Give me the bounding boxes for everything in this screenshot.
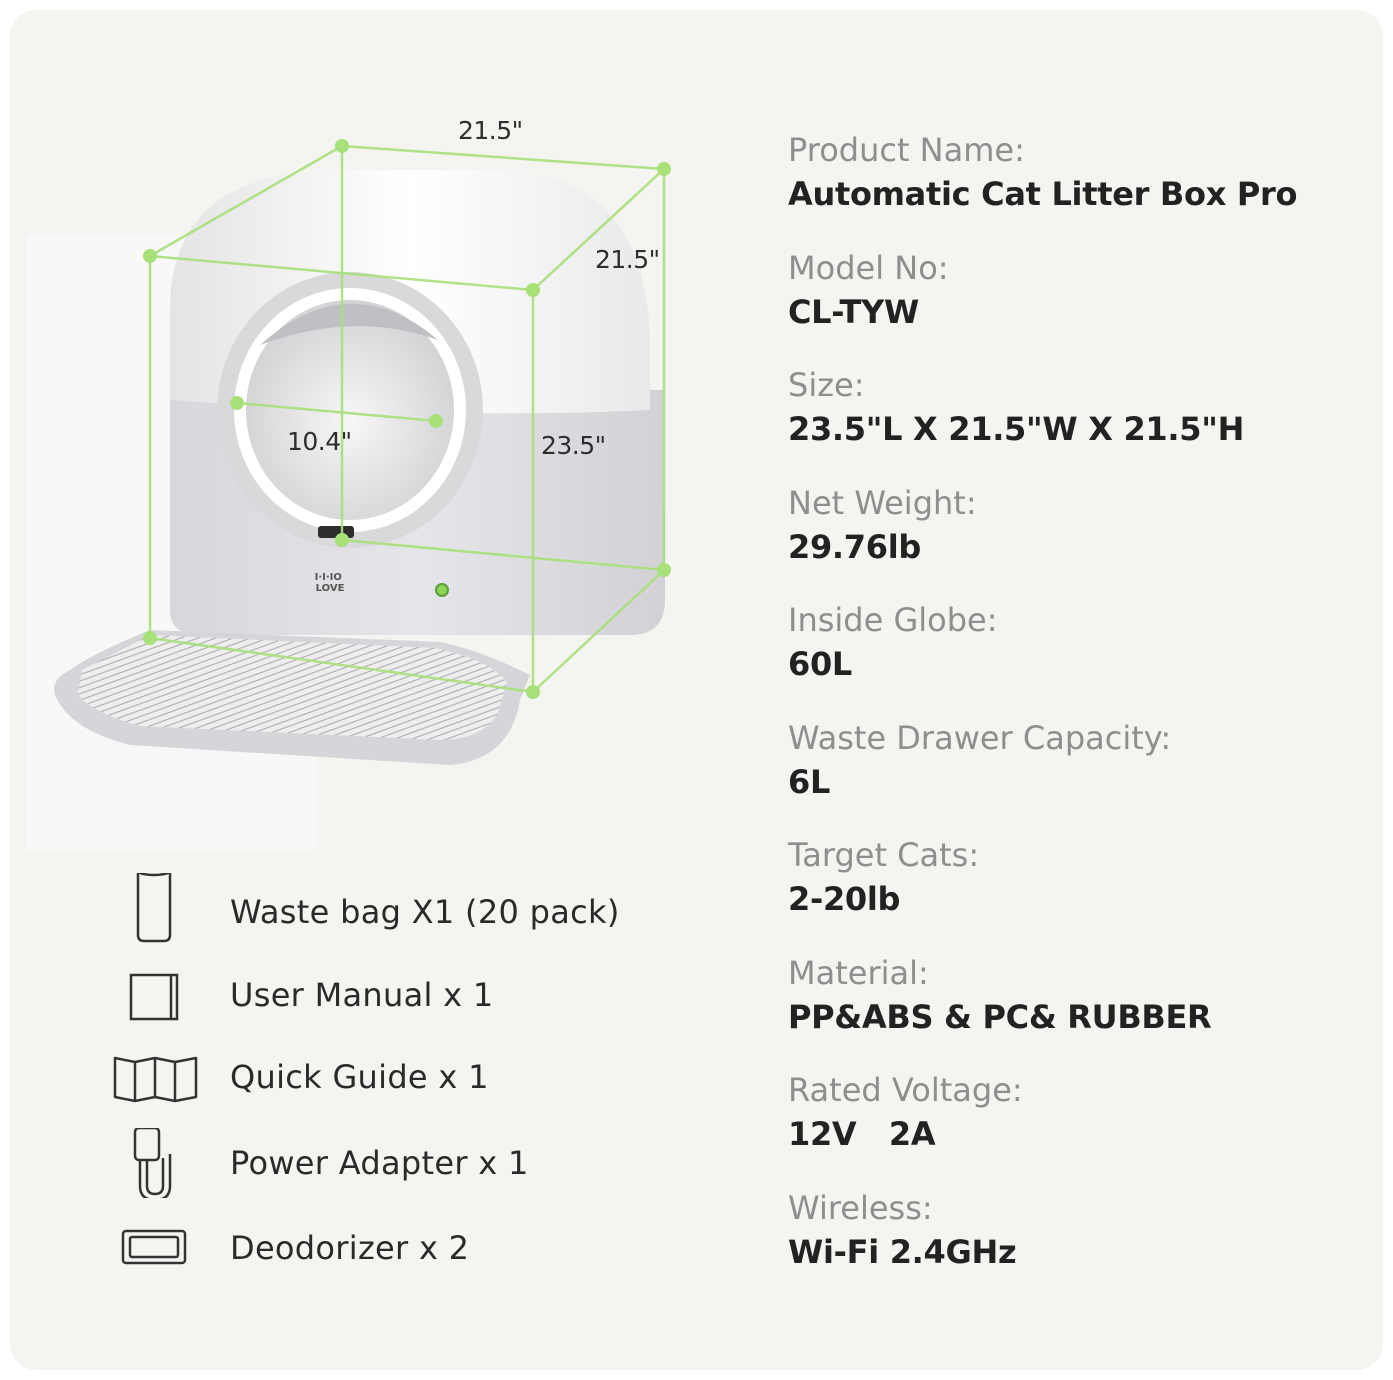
spec-label: Waste Drawer Capacity: (788, 718, 1172, 757)
power-indicator-light (435, 583, 449, 597)
spec-label: Wireless: (788, 1188, 933, 1227)
user-manual-icon (129, 973, 179, 1021)
accessory-waste-bag: Waste bag X1 (20 pack) (110, 873, 750, 943)
spec-size: Size: 23.5"L X 21.5"W X 21.5"H (788, 363, 1368, 481)
spec-value: 12V 2A (788, 1115, 936, 1153)
spec-value: Automatic Cat Litter Box Pro (788, 175, 1298, 213)
brand-logo: I·I·IO LOVE (315, 572, 346, 594)
accessory-power-adapter: Power Adapter x 1 (110, 1128, 750, 1198)
spec-value: CL-TYW (788, 292, 919, 331)
spec-label: Material: (788, 953, 929, 992)
spec-card: I·I·IO LOVE 21.5" 21.5" 23.5" 10.4" Prod… (10, 10, 1383, 1370)
spec-material: Material: PP&ABS & PC& RUBBER (788, 951, 1368, 1069)
spec-model-no: Model No: CL-TYW (788, 246, 1368, 364)
accessory-deodorizer: Deodorizer x 2 (110, 1213, 750, 1283)
spec-waste-drawer: Waste Drawer Capacity: 6L (788, 716, 1368, 834)
spec-net-weight: Net Weight: 29.76lb (788, 481, 1368, 599)
litter-box-image: I·I·IO LOVE (26, 139, 671, 850)
spec-value: PP&ABS & PC& RUBBER (788, 997, 1212, 1036)
spec-value: Wi-Fi 2.4GHz (788, 1232, 1017, 1271)
spec-value: 23.5"L X 21.5"W X 21.5"H (788, 410, 1245, 448)
spec-wireless: Wireless: Wi-Fi 2.4GHz (788, 1186, 1368, 1304)
dimension-depth: 21.5" (595, 245, 660, 274)
globe-sensor (318, 526, 354, 538)
accessory-label: Deodorizer x 2 (230, 1229, 470, 1267)
spec-value: 6L (788, 762, 831, 801)
spec-list: Product Name: Automatic Cat Litter Box P… (788, 128, 1368, 1303)
accessory-label: Quick Guide x 1 (230, 1058, 489, 1096)
accessory-quick-guide: Quick Guide x 1 (110, 1042, 750, 1112)
spec-product-name: Product Name: Automatic Cat Litter Box P… (788, 128, 1368, 246)
accessory-label: Power Adapter x 1 (230, 1144, 529, 1182)
spec-label: Net Weight: (788, 483, 977, 522)
spec-rated-voltage: Rated Voltage: 12V 2A (788, 1068, 1368, 1186)
spec-inside-globe: Inside Globe: 60L (788, 598, 1368, 716)
spec-target-cats: Target Cats: 2-20lb (788, 833, 1368, 951)
quick-guide-icon (113, 1056, 198, 1103)
spec-label: Target Cats: (788, 836, 980, 874)
accessory-label: Waste bag X1 (20 pack) (230, 893, 620, 931)
accessory-user-manual: User Manual x 1 (110, 960, 750, 1030)
spec-label: Inside Globe: (788, 601, 998, 639)
accessory-label: User Manual x 1 (230, 976, 494, 1014)
spec-value: 60L (788, 645, 853, 683)
spec-label: Product Name: (788, 131, 1025, 169)
spec-value: 2-20lb (788, 880, 901, 918)
dimension-opening: 10.4" (287, 427, 352, 456)
waste-bag-roll-icon (136, 873, 172, 943)
dimension-top-width: 21.5" (458, 116, 523, 145)
spec-label: Size: (788, 366, 865, 404)
deodorizer-icon (121, 1229, 187, 1265)
spec-label: Model No: (788, 248, 949, 287)
power-adapter-icon (133, 1128, 172, 1198)
product-illustration: I·I·IO LOVE 21.5" 21.5" 23.5" 10.4" (10, 10, 770, 870)
spec-label: Rated Voltage: (788, 1071, 1023, 1109)
spec-value: 29.76lb (788, 527, 921, 566)
dimension-height: 23.5" (541, 431, 606, 460)
